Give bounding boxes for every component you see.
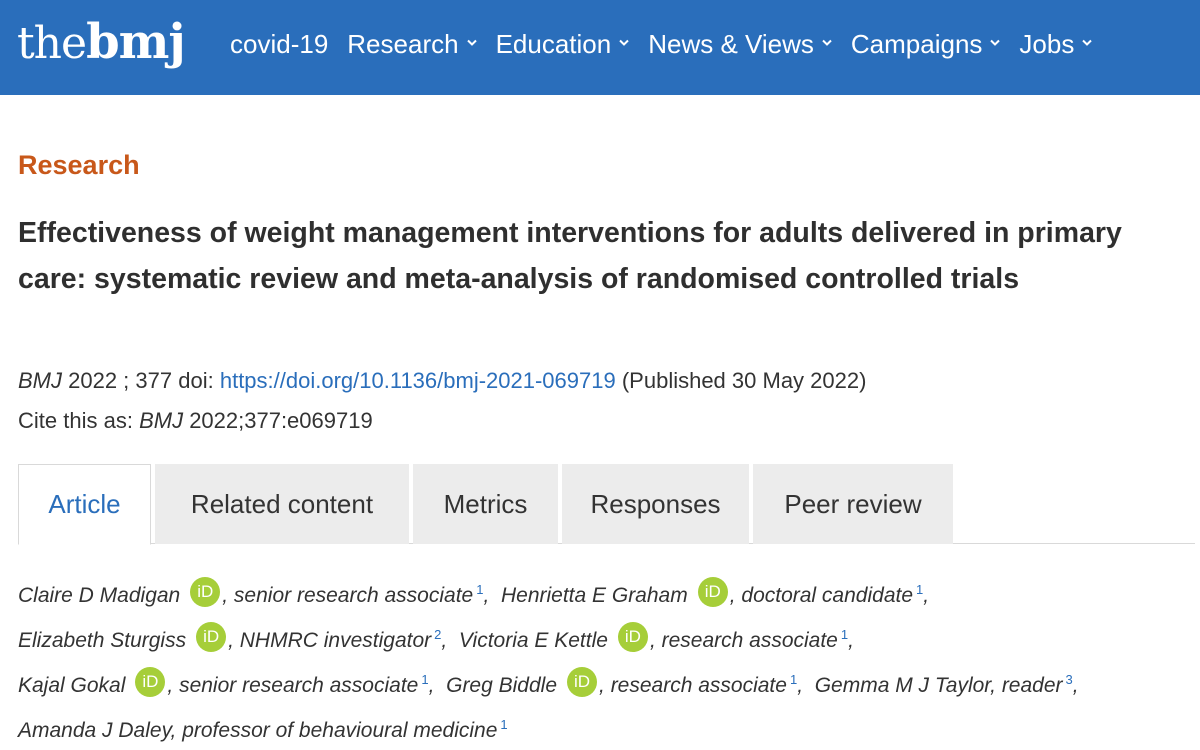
chevron-down-icon bbox=[1082, 39, 1093, 49]
orcid-icon[interactable]: iD bbox=[697, 577, 728, 608]
affiliation-link[interactable]: 1 bbox=[421, 672, 428, 687]
published-date: (Published 30 May 2022) bbox=[621, 368, 867, 393]
chevron-down-icon bbox=[990, 39, 1001, 49]
author-name[interactable]: Elizabeth Sturgiss bbox=[18, 629, 186, 652]
author-item: Henrietta E Graham iD, doctoral candidate… bbox=[495, 577, 929, 608]
cite-as-line: Cite this as: BMJ 2022;377:e069719 bbox=[18, 408, 373, 434]
cite-ref: 2022;377:e069719 bbox=[189, 408, 373, 433]
author-item: Elizabeth Sturgiss iD, NHMRC investigator… bbox=[18, 622, 453, 653]
orcid-icon[interactable]: iD bbox=[190, 577, 221, 608]
affiliation-link[interactable]: 1 bbox=[916, 582, 923, 597]
author-item: Gemma M J Taylor, reader 3, bbox=[814, 672, 1079, 697]
author-item: Greg Biddle iD, research associate 1, bbox=[440, 667, 809, 698]
citation-line: BMJ 2022 ; 377 doi: https://doi.org/10.1… bbox=[18, 368, 866, 394]
article-tabs: Article Related content Metrics Response… bbox=[18, 464, 1195, 545]
nav-label: Jobs bbox=[1019, 28, 1075, 59]
nav-item-education[interactable]: Education bbox=[496, 29, 630, 60]
year-volume: 2022 ; 377 bbox=[68, 368, 173, 393]
chevron-down-icon bbox=[619, 39, 629, 49]
bmj-logo[interactable]: thebmj bbox=[17, 14, 186, 74]
affiliation-link[interactable]: 2 bbox=[434, 627, 441, 642]
affiliation-link[interactable]: 1 bbox=[841, 627, 848, 642]
tab-related-content[interactable]: Related content bbox=[155, 464, 409, 544]
author-name[interactable]: Greg Biddle bbox=[446, 674, 557, 697]
site-header: thebmj covid-19 Research Education News … bbox=[0, 0, 1200, 95]
author-role: research associate bbox=[661, 629, 838, 652]
nav-item-research[interactable]: Research bbox=[347, 28, 477, 60]
nav-label: Campaigns bbox=[850, 28, 983, 59]
author-item: Amanda J Daley, professor of behavioural… bbox=[18, 717, 508, 742]
affiliation-link[interactable]: 1 bbox=[476, 582, 483, 597]
cite-label: Cite this as: bbox=[18, 408, 133, 433]
nav-label: Education bbox=[495, 28, 612, 59]
author-name[interactable]: Henrietta E Graham bbox=[501, 584, 688, 607]
orcid-icon[interactable]: iD bbox=[196, 622, 227, 653]
orcid-icon[interactable]: iD bbox=[135, 667, 166, 698]
author-role: senior research associate bbox=[179, 674, 419, 697]
doi-link[interactable]: https://doi.org/10.1136/bmj-2021-069719 bbox=[220, 368, 616, 393]
nav-label: covid-19 bbox=[230, 28, 329, 59]
affiliation-link[interactable]: 3 bbox=[1066, 672, 1073, 687]
author-name[interactable]: Victoria E Kettle bbox=[459, 629, 608, 652]
nav-item-news-views[interactable]: News & Views bbox=[648, 29, 832, 60]
nav-item-campaigns[interactable]: Campaigns bbox=[851, 29, 1001, 60]
tab-label: Related content bbox=[190, 488, 374, 519]
tab-label: Metrics bbox=[443, 488, 528, 519]
tab-metrics[interactable]: Metrics bbox=[413, 464, 558, 544]
main-nav: covid-19 Research Education News & Views… bbox=[230, 27, 1111, 61]
author-role: senior research associate bbox=[233, 584, 474, 607]
author-item: Victoria E Kettle iD, research associate 1… bbox=[453, 622, 854, 653]
author-item: Kajal Gokal iD, senior research associate… bbox=[18, 667, 440, 698]
author-role: NHMRC investigator bbox=[239, 629, 432, 652]
chevron-down-icon bbox=[466, 39, 477, 49]
affiliation-link[interactable]: 1 bbox=[790, 672, 797, 687]
author-role: research associate bbox=[610, 674, 787, 697]
author-item: Claire D Madigan iD, senior research asso… bbox=[18, 577, 495, 608]
nav-label: News & Views bbox=[648, 28, 814, 59]
tab-responses[interactable]: Responses bbox=[562, 464, 749, 544]
author-role: doctoral candidate bbox=[741, 584, 914, 607]
logo-bmj: bmj bbox=[86, 14, 186, 70]
cite-journal: BMJ bbox=[139, 408, 184, 433]
orcid-icon[interactable]: iD bbox=[567, 667, 598, 698]
tab-article[interactable]: Article bbox=[18, 464, 151, 545]
tab-label: Responses bbox=[590, 488, 721, 519]
chevron-down-icon bbox=[822, 39, 832, 49]
tab-peer-review[interactable]: Peer review bbox=[753, 464, 953, 544]
affiliation-link[interactable]: 1 bbox=[500, 717, 507, 732]
nav-item-covid-19[interactable]: covid-19 bbox=[230, 29, 328, 60]
orcid-icon[interactable]: iD bbox=[617, 622, 648, 653]
author-role: reader bbox=[1001, 674, 1063, 697]
author-name[interactable]: Gemma M J Taylor bbox=[815, 674, 990, 697]
logo-the: the bbox=[17, 18, 87, 69]
author-name[interactable]: Claire D Madigan bbox=[18, 584, 180, 607]
tab-label: Article bbox=[48, 489, 121, 519]
journal-name: BMJ bbox=[18, 368, 62, 393]
doi-label: doi: bbox=[178, 368, 214, 393]
section-label[interactable]: Research bbox=[18, 150, 140, 181]
author-name[interactable]: Amanda J Daley bbox=[18, 719, 171, 742]
author-list: Claire D Madigan iD, senior research asso… bbox=[18, 570, 1188, 750]
author-name[interactable]: Kajal Gokal bbox=[18, 674, 125, 697]
tab-label: Peer review bbox=[784, 488, 922, 519]
nav-item-jobs[interactable]: Jobs bbox=[1019, 28, 1093, 60]
nav-label: Research bbox=[347, 28, 459, 59]
author-role: professor of behavioural medicine bbox=[182, 719, 498, 742]
article-title: Effectiveness of weight management inter… bbox=[18, 217, 1122, 295]
